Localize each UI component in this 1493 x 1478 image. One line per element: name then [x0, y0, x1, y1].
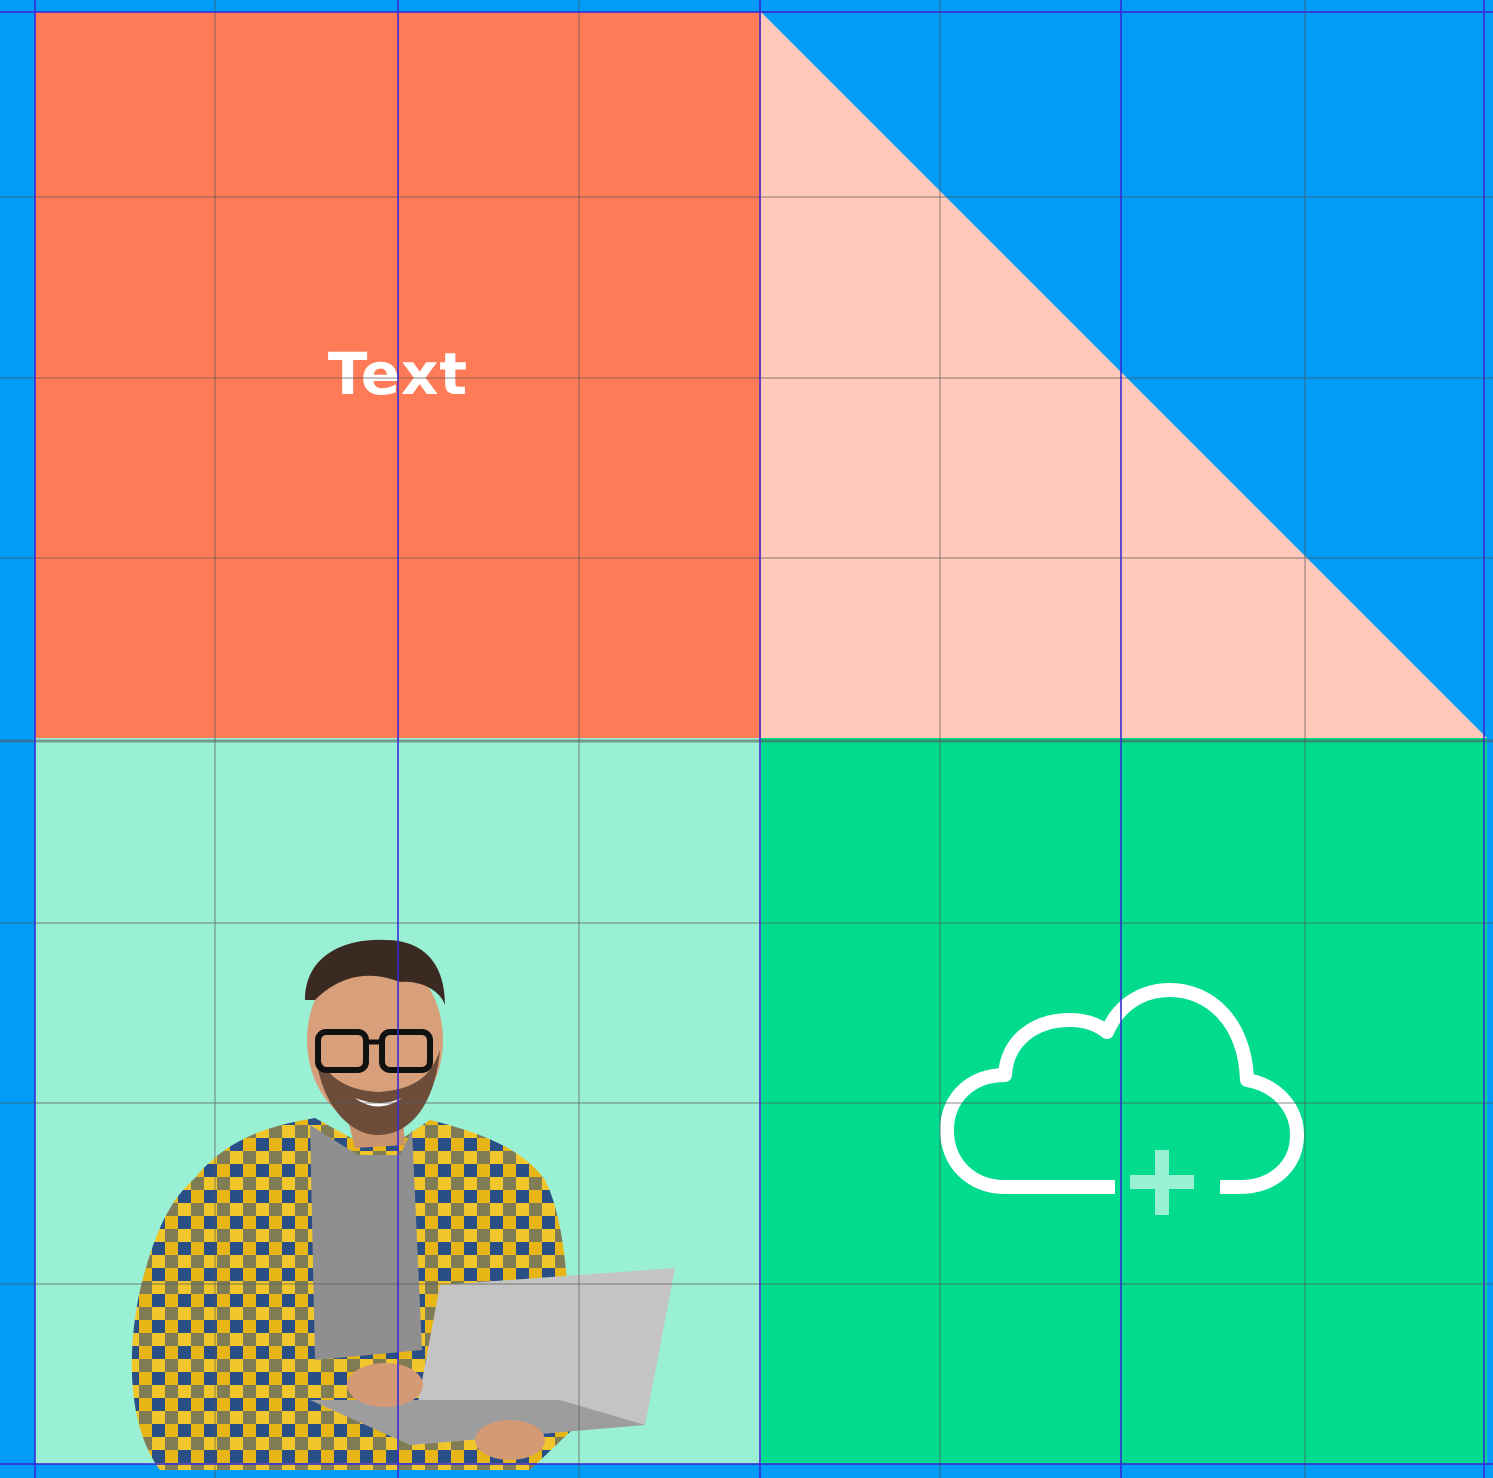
text-label[interactable]: Text	[35, 340, 761, 408]
cloud-plus-icon	[940, 983, 1304, 1215]
design-canvas: Text	[0, 0, 1493, 1478]
person-with-laptop-image	[131, 939, 675, 1470]
